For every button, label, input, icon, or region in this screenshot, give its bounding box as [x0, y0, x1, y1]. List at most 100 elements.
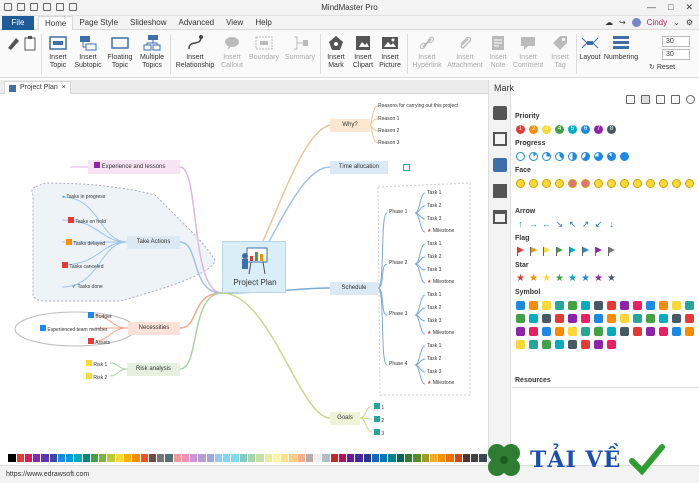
flag-icon[interactable] [568, 247, 577, 256]
symbol-icon[interactable] [529, 327, 538, 336]
symbol-icon[interactable] [620, 301, 629, 310]
necessity-item[interactable]: Experienced team member [40, 325, 107, 334]
action-item[interactable]: ◕ Tasks in progress [62, 194, 105, 201]
task-label[interactable]: Task 3 [427, 318, 441, 325]
close-icon[interactable]: ✕ [685, 2, 693, 13]
arrow-right-icon[interactable]: → [529, 220, 538, 229]
progress-icon[interactable] [529, 152, 538, 161]
task-label[interactable]: Task 3 [427, 267, 441, 274]
insert-picture-button[interactable]: Insert Picture [377, 32, 403, 70]
palette-swatch[interactable] [33, 454, 42, 462]
topic-why[interactable]: Why? [330, 119, 370, 132]
palette-swatch[interactable] [231, 454, 240, 462]
flag-icon[interactable] [607, 247, 616, 256]
palette-swatch[interactable] [446, 454, 455, 462]
flag-icon[interactable] [542, 247, 551, 256]
expand-icon[interactable]: ⌄ [673, 18, 680, 27]
text-view-icon[interactable] [656, 95, 665, 104]
palette-swatch[interactable] [173, 454, 182, 462]
palette-swatch[interactable] [363, 454, 372, 462]
arrow-up-icon[interactable]: ↑ [516, 220, 525, 229]
symbol-icon[interactable] [607, 327, 616, 336]
insert-clipart-button[interactable]: Insert Clipart [350, 32, 376, 70]
symbol-icon[interactable] [646, 301, 655, 310]
task-label[interactable]: Task 1 [427, 292, 441, 299]
phase-label[interactable]: Phase 2 [389, 260, 407, 267]
palette-swatch[interactable] [371, 454, 381, 462]
palette-swatch[interactable] [0, 454, 9, 462]
tab-help[interactable]: Help [249, 16, 277, 31]
priority-1-icon[interactable]: 1 [516, 125, 525, 134]
symbol-icon[interactable] [581, 314, 590, 323]
website-link[interactable]: https://www.edrawsoft.com [6, 471, 89, 478]
face-icon[interactable] [529, 179, 538, 188]
palette-swatch[interactable] [314, 454, 323, 462]
arrow-down-icon[interactable]: ↓ [607, 220, 616, 229]
palette-swatch[interactable] [462, 454, 472, 462]
palette-swatch[interactable] [148, 454, 158, 462]
palette-swatch[interactable] [272, 454, 282, 462]
palette-swatch[interactable] [264, 454, 273, 462]
star-icon[interactable]: ★ [529, 274, 538, 284]
grid-view-icon[interactable] [641, 95, 650, 104]
face-icon[interactable] [542, 179, 551, 188]
flag-icon[interactable] [555, 247, 564, 256]
risk-item[interactable]: Risk 1 [86, 360, 107, 369]
task-label[interactable]: Task 1 [427, 241, 441, 248]
action-item[interactable]: Tasks delayed [66, 239, 105, 248]
edit-icon[interactable] [671, 95, 680, 104]
color-palette[interactable] [0, 454, 488, 462]
priority-8-icon[interactable]: 8 [607, 125, 616, 134]
face-icon[interactable] [646, 179, 655, 188]
symbol-icon[interactable] [594, 327, 603, 336]
task-label[interactable]: Task 3 [427, 216, 441, 223]
symbol-icon[interactable] [516, 340, 525, 349]
symbol-icon[interactable] [672, 301, 681, 310]
symbol-icon[interactable] [516, 301, 525, 310]
palette-swatch[interactable] [115, 454, 124, 462]
priority-7-icon[interactable]: 7 [594, 125, 603, 134]
topic-goals[interactable]: Goals [330, 412, 360, 425]
insert-hyperlink-button[interactable]: Insert Hyperlink [410, 32, 444, 70]
insert-mark-button[interactable]: Insert Mark [323, 32, 349, 70]
settings-icon[interactable]: ⚙ [686, 18, 693, 27]
palette-swatch[interactable] [247, 454, 257, 462]
palette-swatch[interactable] [165, 454, 174, 462]
multiple-topics-button[interactable]: Multiple Topics [137, 32, 167, 70]
task-label[interactable]: Task 1 [427, 190, 441, 197]
palette-swatch[interactable] [380, 454, 389, 462]
priority-5-icon[interactable]: 5 [568, 125, 577, 134]
symbol-icon[interactable] [555, 327, 564, 336]
palette-swatch[interactable] [281, 454, 290, 462]
milestone-label[interactable]: ★ Milestone [427, 380, 454, 387]
palette-swatch[interactable] [454, 454, 463, 462]
symbol-icon[interactable] [516, 327, 525, 336]
star-icon[interactable]: ★ [542, 274, 551, 284]
symbol-icon[interactable] [516, 314, 525, 323]
format-tab-icon[interactable] [492, 106, 507, 120]
symbol-icon[interactable] [594, 314, 603, 323]
symbol-icon[interactable] [581, 301, 590, 310]
symbol-icon[interactable] [568, 301, 577, 310]
symbol-icon[interactable] [542, 327, 551, 336]
palette-swatch[interactable] [132, 454, 141, 462]
symbol-icon[interactable] [620, 327, 629, 336]
tab-home[interactable]: Home [38, 16, 74, 31]
task-label[interactable]: Task 3 [427, 369, 441, 376]
symbol-icon[interactable] [607, 340, 616, 349]
face-icon[interactable] [516, 179, 525, 188]
summary-button[interactable]: Summary [283, 32, 317, 62]
symbol-icon[interactable] [529, 340, 538, 349]
arrow-down-left-icon[interactable]: ↙ [594, 220, 603, 229]
face-icon[interactable] [685, 179, 694, 188]
palette-swatch[interactable] [140, 454, 149, 462]
palette-swatch[interactable] [123, 454, 133, 462]
palette-swatch[interactable] [471, 454, 480, 462]
progress-icon[interactable] [581, 152, 590, 161]
cloud-icon[interactable]: ☁ [605, 18, 613, 27]
symbol-icon[interactable] [555, 301, 564, 310]
spacing-vertical-input[interactable]: 30 [662, 49, 690, 60]
central-topic[interactable]: Project Plan [222, 241, 286, 293]
symbol-icon[interactable] [633, 327, 642, 336]
topic-risk-analysis[interactable]: Risk analysis [127, 363, 180, 376]
